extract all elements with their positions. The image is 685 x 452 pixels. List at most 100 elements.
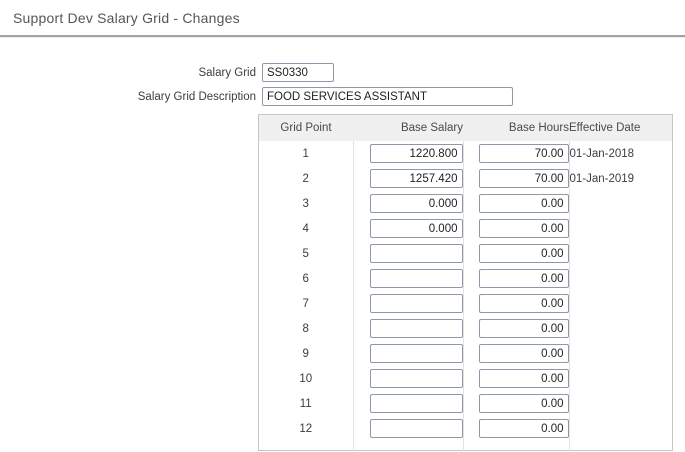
base-hours-input[interactable] bbox=[479, 419, 569, 438]
title-divider bbox=[0, 35, 685, 38]
grid-point-value: 7 bbox=[303, 298, 309, 310]
effective-date-cell bbox=[569, 291, 673, 316]
base-salary-input[interactable] bbox=[370, 219, 463, 238]
base-salary-input[interactable] bbox=[370, 369, 463, 388]
grid-point-value: 2 bbox=[303, 173, 309, 185]
page-title: Support Dev Salary Grid - Changes bbox=[0, 0, 685, 26]
base-hours-cell bbox=[463, 291, 569, 316]
salary-grid-description-input[interactable] bbox=[262, 87, 513, 106]
table-row: 8 bbox=[259, 316, 673, 341]
effective-date-cell bbox=[569, 341, 673, 366]
base-salary-cell bbox=[353, 316, 463, 341]
base-hours-cell bbox=[463, 316, 569, 341]
effective-date-cell bbox=[569, 366, 673, 391]
base-salary-cell bbox=[353, 416, 463, 441]
table-row: 3 bbox=[259, 191, 673, 216]
grid-point-value: 5 bbox=[303, 248, 309, 260]
base-hours-input[interactable] bbox=[479, 244, 569, 263]
grid-point-cell: 7 bbox=[259, 291, 354, 316]
base-hours-cell bbox=[463, 141, 569, 166]
base-salary-input[interactable] bbox=[370, 269, 463, 288]
base-salary-column-header: Base Salary bbox=[353, 115, 463, 142]
table-row: 10 bbox=[259, 366, 673, 391]
grid-point-cell: 10 bbox=[259, 366, 354, 391]
salary-grid-description-row: Salary Grid Description bbox=[0, 87, 685, 106]
base-hours-input[interactable] bbox=[479, 369, 569, 388]
base-salary-input[interactable] bbox=[370, 419, 463, 438]
table-row: 9 bbox=[259, 341, 673, 366]
effective-date-cell bbox=[569, 416, 673, 441]
base-hours-cell bbox=[463, 191, 569, 216]
base-hours-input[interactable] bbox=[479, 294, 569, 313]
base-salary-cell bbox=[353, 241, 463, 266]
base-hours-input[interactable] bbox=[479, 219, 569, 238]
base-hours-input[interactable] bbox=[479, 269, 569, 288]
base-salary-cell bbox=[353, 266, 463, 291]
base-salary-input[interactable] bbox=[370, 144, 463, 163]
effective-date-value: 01-Jan-2019 bbox=[570, 173, 635, 185]
base-salary-input[interactable] bbox=[370, 344, 463, 363]
grid-point-cell: 5 bbox=[259, 241, 354, 266]
table-bottom-spacer bbox=[259, 441, 673, 451]
table-row: 6 bbox=[259, 266, 673, 291]
grid-point-cell: 12 bbox=[259, 416, 354, 441]
grid-point-value: 6 bbox=[303, 273, 309, 285]
base-hours-column-header: Base Hours bbox=[463, 115, 569, 142]
effective-date-cell: 01-Jan-2019 bbox=[569, 166, 673, 191]
grid-point-column-header: Grid Point bbox=[259, 115, 354, 142]
grid-point-value: 11 bbox=[300, 398, 312, 410]
salary-grid-row: Salary Grid bbox=[0, 63, 685, 82]
grid-point-value: 4 bbox=[303, 223, 309, 235]
effective-date-cell bbox=[569, 216, 673, 241]
effective-date-cell bbox=[569, 316, 673, 341]
grid-point-cell: 9 bbox=[259, 341, 354, 366]
base-hours-input[interactable] bbox=[479, 169, 569, 188]
base-salary-cell bbox=[353, 391, 463, 416]
table-row: 12 bbox=[259, 416, 673, 441]
grid-point-cell: 11 bbox=[259, 391, 354, 416]
base-salary-cell bbox=[353, 141, 463, 166]
base-salary-input[interactable] bbox=[370, 169, 463, 188]
base-salary-input[interactable] bbox=[370, 294, 463, 313]
effective-date-column-header: Effective Date bbox=[569, 115, 673, 142]
base-hours-input[interactable] bbox=[479, 194, 569, 213]
base-salary-cell bbox=[353, 341, 463, 366]
grid-point-value: 1 bbox=[303, 148, 309, 160]
effective-date-value: 01-Jan-2018 bbox=[570, 148, 635, 160]
grid-point-cell: 8 bbox=[259, 316, 354, 341]
base-hours-input[interactable] bbox=[479, 144, 569, 163]
base-salary-input[interactable] bbox=[370, 394, 463, 413]
salary-grid-label: Salary Grid bbox=[0, 67, 262, 79]
base-hours-cell bbox=[463, 241, 569, 266]
grid-point-cell: 2 bbox=[259, 166, 354, 191]
salary-grid-input[interactable] bbox=[262, 63, 334, 82]
effective-date-cell bbox=[569, 266, 673, 291]
base-hours-input[interactable] bbox=[479, 319, 569, 338]
salary-grid-form: Salary Grid Salary Grid Description bbox=[0, 63, 685, 106]
grid-point-cell: 6 bbox=[259, 266, 354, 291]
table-row: 5 bbox=[259, 241, 673, 266]
base-salary-cell bbox=[353, 291, 463, 316]
base-salary-cell bbox=[353, 191, 463, 216]
grid-points-table: Grid Point Base Salary Base Hours Effect… bbox=[258, 114, 673, 451]
grid-point-value: 8 bbox=[303, 323, 309, 335]
effective-date-cell bbox=[569, 391, 673, 416]
effective-date-cell bbox=[569, 191, 673, 216]
grid-points-table-wrap: Grid Point Base Salary Base Hours Effect… bbox=[258, 114, 685, 451]
effective-date-cell bbox=[569, 241, 673, 266]
base-salary-input[interactable] bbox=[370, 319, 463, 338]
table-row: 4 bbox=[259, 216, 673, 241]
grid-point-value: 3 bbox=[303, 198, 309, 210]
base-hours-cell bbox=[463, 216, 569, 241]
base-hours-cell bbox=[463, 391, 569, 416]
effective-date-cell: 01-Jan-2018 bbox=[569, 141, 673, 166]
base-hours-input[interactable] bbox=[479, 394, 569, 413]
base-hours-cell bbox=[463, 266, 569, 291]
base-salary-cell bbox=[353, 166, 463, 191]
base-salary-input[interactable] bbox=[370, 194, 463, 213]
table-row: 2 01-Jan-2019 bbox=[259, 166, 673, 191]
base-salary-cell bbox=[353, 366, 463, 391]
base-salary-input[interactable] bbox=[370, 244, 463, 263]
base-hours-cell bbox=[463, 366, 569, 391]
base-hours-input[interactable] bbox=[479, 344, 569, 363]
